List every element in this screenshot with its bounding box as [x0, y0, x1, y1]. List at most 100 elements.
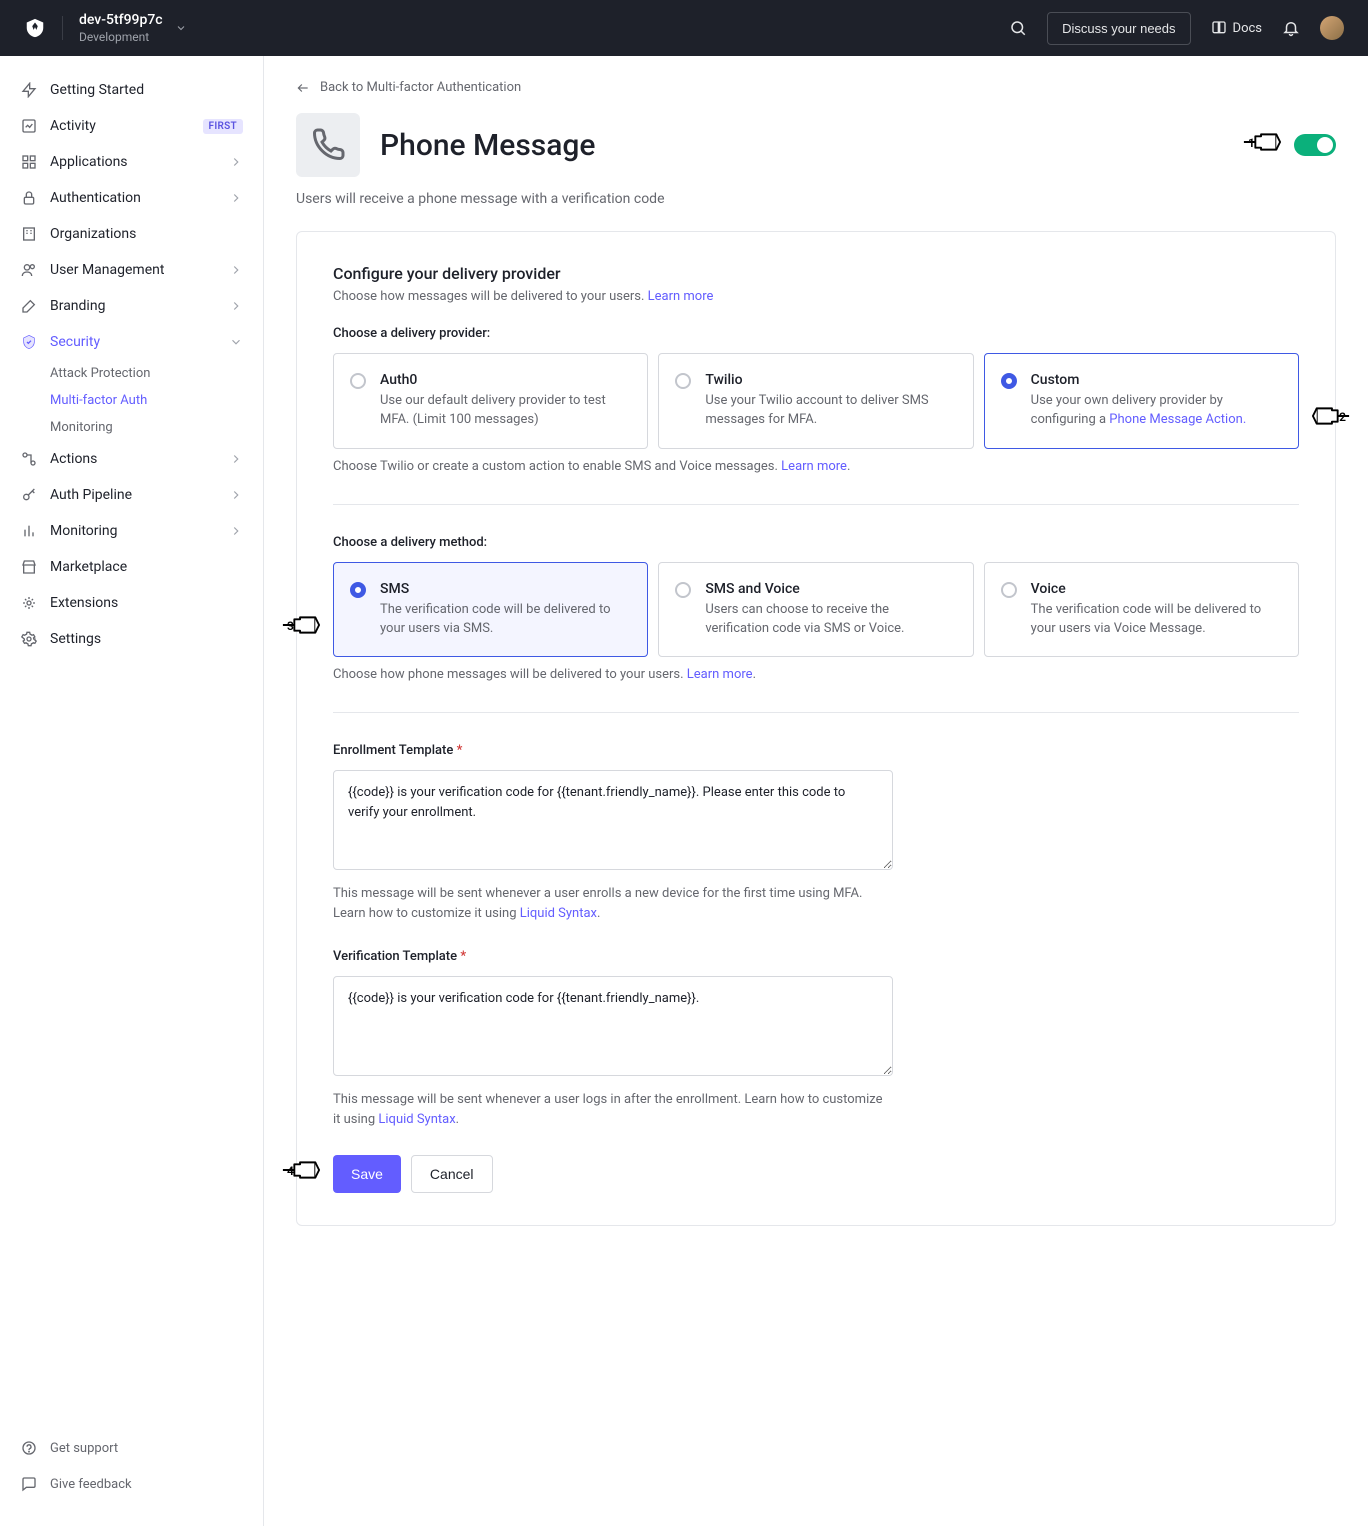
docs-link[interactable]: Docs — [1211, 20, 1262, 36]
sidebar-give-feedback[interactable]: Give feedback — [0, 1466, 263, 1502]
enrollment-template-label: Enrollment Template * — [333, 743, 1299, 758]
flow-icon — [20, 450, 38, 468]
sidebar-item-label: Get support — [50, 1441, 243, 1456]
radio-icon — [675, 373, 691, 389]
radio-desc: The verification code will be delivered … — [380, 601, 629, 639]
sidebar-item-security[interactable]: Security — [0, 324, 263, 360]
annotation-pointer-3: 3 — [281, 610, 321, 640]
sidebar-item-applications[interactable]: Applications — [0, 144, 263, 180]
topbar: dev-5tf99p7c Development Discuss your ne… — [0, 0, 1368, 56]
phone-action-link[interactable]: Phone Message Action. — [1109, 412, 1246, 427]
provider-option-custom[interactable]: Custom Use your own delivery provider by… — [984, 353, 1299, 449]
radio-desc: Users can choose to receive the verifica… — [705, 601, 954, 639]
sidebar-item-label: Security — [50, 334, 217, 350]
phone-icon — [310, 127, 346, 163]
enable-toggle[interactable] — [1294, 134, 1336, 156]
sidebar-item-actions[interactable]: Actions — [0, 441, 263, 477]
provider-option-twilio[interactable]: Twilio Use your Twilio account to delive… — [658, 353, 973, 449]
verification-template-input[interactable] — [333, 976, 893, 1076]
chevron-down-icon — [175, 22, 187, 34]
learn-more-link[interactable]: Learn more — [781, 459, 847, 474]
docs-label: Docs — [1233, 21, 1262, 36]
sidebar-item-auth-pipeline[interactable]: Auth Pipeline — [0, 477, 263, 513]
radio-title: Twilio — [705, 372, 954, 388]
sidebar-item-label: Marketplace — [50, 559, 243, 575]
method-option-sms[interactable]: SMS The verification code will be delive… — [333, 562, 648, 658]
search-icon[interactable] — [1009, 19, 1027, 37]
provider-hint: Choose Twilio or create a custom action … — [333, 459, 1299, 474]
main-content: Back to Multi-factor Authentication Phon… — [264, 56, 1368, 1526]
sidebar-item-label: Authentication — [50, 190, 217, 206]
sidebar-item-label: Extensions — [50, 595, 243, 611]
sidebar-item-authentication[interactable]: Authentication — [0, 180, 263, 216]
method-hint: Choose how phone messages will be delive… — [333, 667, 1299, 682]
tenant-switcher[interactable]: dev-5tf99p7c Development — [79, 12, 187, 44]
radio-title: Voice — [1031, 581, 1280, 597]
radio-desc: Use our default delivery provider to tes… — [380, 392, 629, 430]
enrollment-template-input[interactable] — [333, 770, 893, 870]
radio-title: SMS and Voice — [705, 581, 954, 597]
method-option-sms-voice[interactable]: SMS and Voice Users can choose to receiv… — [658, 562, 973, 658]
learn-more-link[interactable]: Learn more — [687, 667, 753, 682]
sidebar-sub-mfa[interactable]: Multi-factor Auth — [0, 387, 263, 414]
sidebar-item-organizations[interactable]: Organizations — [0, 216, 263, 252]
users-icon — [20, 261, 38, 279]
building-icon — [20, 225, 38, 243]
chevron-right-icon — [229, 524, 243, 538]
annotation-pointer-2: 2 — [1311, 401, 1351, 431]
sidebar-item-getting-started[interactable]: Getting Started — [0, 72, 263, 108]
puzzle-icon — [20, 594, 38, 612]
provider-section-sub: Choose how messages will be delivered to… — [333, 289, 1299, 304]
radio-icon — [350, 373, 366, 389]
save-button[interactable]: Save — [333, 1155, 401, 1193]
liquid-syntax-link[interactable]: Liquid Syntax — [378, 1112, 455, 1127]
radio-desc: Use your own delivery provider by config… — [1031, 392, 1280, 430]
page-subtitle: Users will receive a phone message with … — [296, 191, 1336, 207]
config-card: Configure your delivery provider Choose … — [296, 231, 1336, 1226]
radio-desc: Use your Twilio account to deliver SMS m… — [705, 392, 954, 430]
learn-more-link[interactable]: Learn more — [648, 289, 714, 304]
sidebar-item-label: Applications — [50, 154, 217, 170]
sidebar-item-extensions[interactable]: Extensions — [0, 585, 263, 621]
liquid-syntax-link[interactable]: Liquid Syntax — [520, 906, 597, 921]
bell-icon[interactable] — [1282, 19, 1300, 37]
brand-logo — [24, 17, 46, 39]
page-title: Phone Message — [380, 128, 1274, 163]
enrollment-hint: This message will be sent whenever a use… — [333, 884, 893, 923]
gear-icon — [20, 630, 38, 648]
chevron-right-icon — [229, 299, 243, 313]
sidebar-get-support[interactable]: Get support — [0, 1430, 263, 1466]
choose-method-label: Choose a delivery method: — [333, 535, 1299, 550]
book-icon — [1211, 20, 1227, 36]
sidebar-item-user-management[interactable]: User Management — [0, 252, 263, 288]
choose-provider-label: Choose a delivery provider: — [333, 326, 1299, 341]
discuss-needs-button[interactable]: Discuss your needs — [1047, 12, 1190, 45]
verification-template-label: Verification Template * — [333, 949, 1299, 964]
user-avatar[interactable] — [1320, 16, 1344, 40]
radio-title: Auth0 — [380, 372, 629, 388]
arrow-left-icon — [296, 81, 310, 95]
sidebar-item-label: Settings — [50, 631, 243, 647]
lock-icon — [20, 189, 38, 207]
sidebar-sub-attack-protection[interactable]: Attack Protection — [0, 360, 263, 387]
tenant-env: Development — [79, 30, 163, 44]
store-icon — [20, 558, 38, 576]
sidebar-item-monitoring[interactable]: Monitoring — [0, 513, 263, 549]
cancel-button[interactable]: Cancel — [411, 1155, 493, 1193]
sidebar-sub-monitoring[interactable]: Monitoring — [0, 414, 263, 441]
method-option-voice[interactable]: Voice The verification code will be deli… — [984, 562, 1299, 658]
provider-option-auth0[interactable]: Auth0 Use our default delivery provider … — [333, 353, 648, 449]
tenant-name: dev-5tf99p7c — [79, 12, 163, 28]
sidebar-item-branding[interactable]: Branding — [0, 288, 263, 324]
back-link[interactable]: Back to Multi-factor Authentication — [296, 80, 1336, 95]
sidebar-item-settings[interactable]: Settings — [0, 621, 263, 657]
chevron-right-icon — [229, 452, 243, 466]
sidebar-item-activity[interactable]: Activity FIRST — [0, 108, 263, 144]
first-badge: FIRST — [203, 119, 243, 134]
sidebar-item-label: Actions — [50, 451, 217, 467]
sidebar-item-marketplace[interactable]: Marketplace — [0, 549, 263, 585]
help-icon — [20, 1439, 38, 1457]
provider-section-title: Configure your delivery provider — [333, 264, 1299, 283]
radio-icon — [350, 582, 366, 598]
sidebar: Getting Started Activity FIRST Applicati… — [0, 56, 264, 1526]
